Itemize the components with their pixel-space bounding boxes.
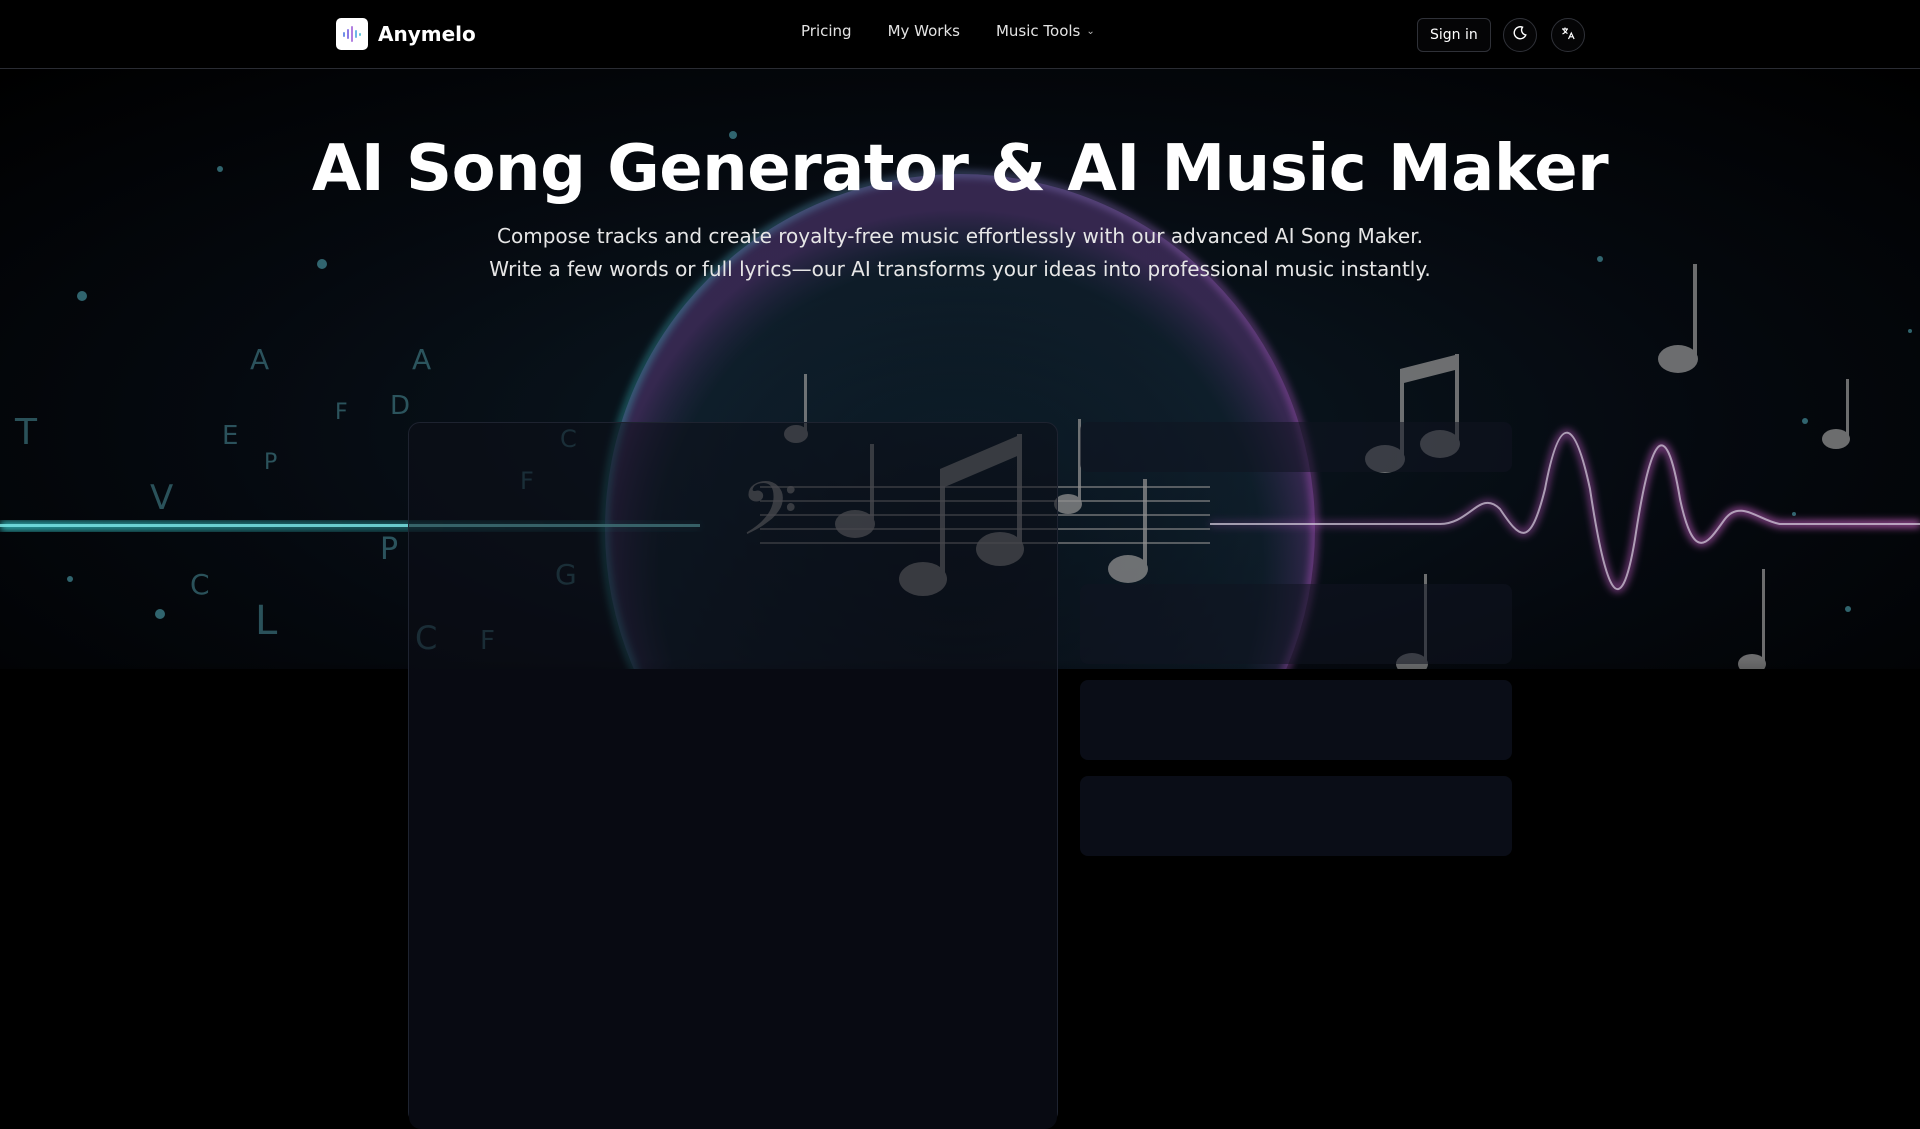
hero-subtitle-line-2: Write a few words or full lyrics—our AI … [489,257,1431,281]
language-icon [1560,25,1576,45]
svg-text:V: V [150,478,173,518]
svg-text:T: T [14,412,38,453]
option-card-4 [1080,776,1512,856]
generator-form-body [409,669,1057,1129]
moon-icon [1512,25,1528,45]
brand-name: Anymelo [378,22,476,46]
svg-text:P: P [380,532,398,567]
top-navbar: Anymelo Pricing My Works Music Tools ⌄ S… [0,0,1920,69]
nav-pricing[interactable]: Pricing [801,22,852,40]
svg-text:A: A [250,343,269,376]
hero-subtitle-line-1: Compose tracks and create royalty-free m… [497,224,1423,248]
generator-form-panel [408,422,1058,1129]
language-button[interactable] [1551,18,1585,52]
page-title: AI Song Generator & AI Music Maker [311,132,1609,206]
svg-text:D: D [390,391,410,421]
nav-pricing-label: Pricing [801,22,852,40]
option-card-3 [1080,680,1512,760]
svg-text:F: F [335,400,348,425]
nav-music-tools-dropdown[interactable]: Music Tools ⌄ [996,22,1095,40]
chevron-down-icon: ⌄ [1086,25,1095,37]
svg-text:E: E [222,421,238,451]
main-nav: Pricing My Works Music Tools ⌄ [801,22,1095,40]
sign-in-button[interactable]: Sign in [1417,18,1491,52]
nav-music-tools-label: Music Tools [995,22,1081,40]
svg-text:C: C [190,568,210,601]
option-card-2 [1080,584,1512,664]
logo-icon [336,18,368,50]
svg-text:P: P [264,450,277,475]
svg-text:L: L [255,598,278,644]
nav-my-works-label: My Works [887,22,960,40]
theme-toggle-button[interactable] [1503,18,1537,52]
option-card-1 [1080,422,1512,472]
svg-text:A: A [412,343,431,376]
brand-logo[interactable]: Anymelo [336,18,476,50]
nav-my-works[interactable]: My Works [888,22,960,40]
